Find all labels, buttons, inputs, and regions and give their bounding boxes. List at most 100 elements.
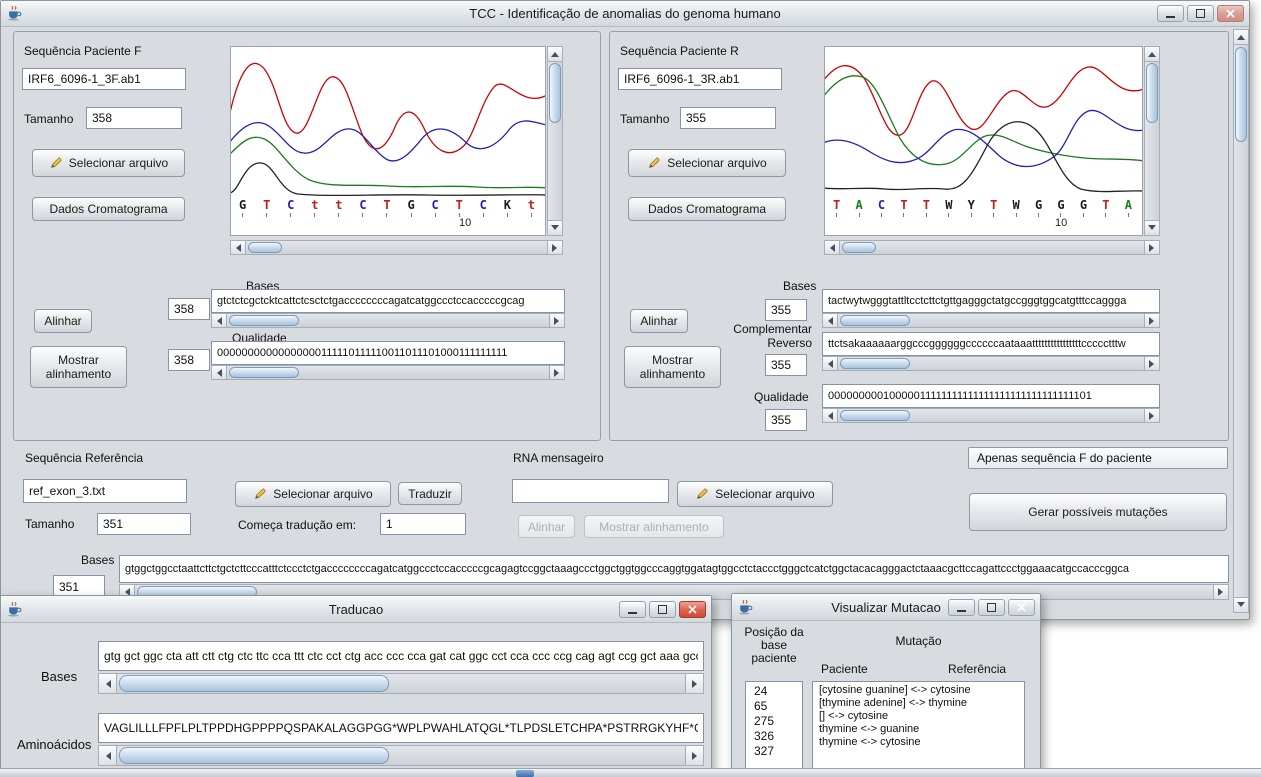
patient-f-quality-sequence-input[interactable]	[211, 341, 565, 365]
scroll-thumb[interactable]	[549, 63, 561, 123]
scroll-thumb[interactable]	[119, 675, 389, 692]
mutation-position-item[interactable]: 24	[746, 684, 802, 699]
mutations-list[interactable]: [cytosine guanine] <-> cytosine [thymine …	[812, 681, 1025, 777]
patient-r-quality-scrollbar[interactable]	[822, 408, 1160, 423]
traducao-bases-input[interactable]	[98, 641, 704, 671]
rna-select-file-button[interactable]: Selecionar arquivo	[677, 481, 833, 507]
scroll-left-button[interactable]	[825, 241, 840, 254]
patient-r-chromatogram-data-button[interactable]: Dados Cromatograma	[628, 197, 786, 221]
scroll-thumb[interactable]	[1235, 47, 1247, 142]
traducao-minimize-button[interactable]	[619, 600, 646, 618]
chromatogram-f-vscrollbar[interactable]	[547, 46, 563, 236]
scroll-left-button[interactable]	[823, 314, 838, 327]
taskbar[interactable]	[0, 768, 1261, 777]
scroll-right-button[interactable]	[685, 674, 703, 693]
scroll-thumb[interactable]	[840, 410, 910, 421]
sequence-selection-combobox[interactable]: Apenas sequência F do paciente	[968, 447, 1228, 469]
scroll-left-button[interactable]	[99, 746, 117, 765]
patient-f-bases-count-input[interactable]	[168, 298, 210, 320]
patient-r-bases-scrollbar[interactable]	[822, 313, 1160, 328]
mutation-item[interactable]: [thymine adenine] <-> thymine	[813, 697, 1024, 710]
scroll-right-button[interactable]	[549, 314, 564, 327]
scroll-thumb[interactable]	[1146, 63, 1158, 123]
mutation-item[interactable]: thymine <-> cytosine	[813, 736, 1024, 749]
patient-r-complementar-scrollbar[interactable]	[822, 356, 1160, 371]
scroll-up-button[interactable]	[548, 47, 562, 62]
traducao-amino-scrollbar[interactable]	[98, 745, 704, 766]
traducao-bases-scrollbar[interactable]	[98, 673, 704, 694]
patient-f-quality-count-input[interactable]	[168, 349, 210, 371]
patient-r-align-button[interactable]: Alinhar	[630, 309, 688, 333]
traducao-maximize-button[interactable]	[649, 600, 676, 618]
scroll-left-button[interactable]	[823, 409, 838, 422]
reference-bases-sequence-input[interactable]	[119, 555, 1229, 583]
traducao-titlebar[interactable]: Traducao	[1, 596, 711, 623]
main-titlebar[interactable]: TCC - Identificação de anomalias do geno…	[1, 1, 1249, 27]
patient-f-file-input[interactable]	[22, 68, 186, 90]
mutation-position-item[interactable]: 275	[746, 714, 802, 729]
mutation-positions-list[interactable]: 24 65 275 326 327	[745, 681, 803, 777]
patient-r-select-file-button[interactable]: Selecionar arquivo	[628, 149, 786, 177]
scroll-thumb[interactable]	[840, 315, 910, 326]
chromatogram-f-hscrollbar[interactable]	[230, 240, 563, 255]
scroll-thumb[interactable]	[840, 358, 910, 369]
main-maximize-button[interactable]	[1187, 5, 1214, 22]
scroll-thumb[interactable]	[248, 242, 282, 253]
patient-r-complementar-sequence-input[interactable]	[822, 332, 1160, 356]
mutacao-maximize-button[interactable]	[978, 598, 1005, 616]
scroll-right-button[interactable]	[547, 241, 562, 254]
patient-f-show-alignment-button[interactable]: Mostrar alinhamento	[30, 346, 127, 388]
scroll-thumb[interactable]	[119, 747, 389, 764]
main-vscrollbar[interactable]	[1233, 29, 1249, 613]
mutacao-titlebar[interactable]: Visualizar Mutacao	[732, 594, 1040, 621]
translation-start-input[interactable]	[380, 513, 466, 535]
scroll-thumb[interactable]	[842, 242, 876, 253]
patient-f-quality-scrollbar[interactable]	[211, 365, 565, 380]
traducao-amino-input[interactable]	[98, 713, 704, 743]
generate-mutations-button[interactable]: Gerar possíveis mutações	[969, 493, 1227, 531]
patient-f-tamanho-input[interactable]	[86, 107, 182, 129]
mutation-item[interactable]: [cytosine guanine] <-> cytosine	[813, 684, 1024, 697]
main-close-button[interactable]	[1217, 5, 1244, 22]
scroll-up-button[interactable]	[1145, 47, 1159, 62]
mutation-position-item[interactable]: 326	[746, 729, 802, 744]
scroll-up-button[interactable]	[1234, 30, 1248, 45]
mutation-item[interactable]: thymine <-> guanine	[813, 723, 1024, 736]
scroll-left-button[interactable]	[231, 241, 246, 254]
patient-r-complementar-count-input[interactable]	[765, 354, 807, 376]
patient-r-quality-count-input[interactable]	[765, 409, 807, 431]
patient-r-quality-sequence-input[interactable]	[822, 384, 1160, 408]
scroll-right-button[interactable]	[685, 746, 703, 765]
patient-r-file-input[interactable]	[618, 68, 782, 90]
rna-show-alignment-button-disabled[interactable]: Mostrar alinhamento	[584, 515, 724, 538]
taskbar-item[interactable]	[516, 770, 534, 777]
main-minimize-button[interactable]	[1157, 5, 1184, 22]
patient-r-bases-count-input[interactable]	[765, 299, 807, 321]
patient-f-select-file-button[interactable]: Selecionar arquivo	[32, 149, 185, 177]
scroll-right-button[interactable]	[549, 366, 564, 379]
chromatogram-r-vscrollbar[interactable]	[1144, 46, 1160, 236]
patient-r-tamanho-input[interactable]	[680, 107, 776, 129]
reference-select-file-button[interactable]: Selecionar arquivo	[235, 481, 391, 507]
mutation-item[interactable]: [] <-> cytosine	[813, 710, 1024, 723]
traduzir-button[interactable]: Traduzir	[398, 482, 462, 505]
scroll-right-button[interactable]	[1213, 585, 1228, 599]
scroll-left-button[interactable]	[99, 674, 117, 693]
mutacao-minimize-button[interactable]	[948, 598, 975, 616]
scroll-left-button[interactable]	[212, 314, 227, 327]
reference-tamanho-input[interactable]	[97, 513, 191, 535]
mutation-position-item[interactable]: 65	[746, 699, 802, 714]
patient-f-align-button[interactable]: Alinhar	[34, 309, 92, 333]
traducao-close-button[interactable]	[679, 600, 706, 618]
rna-file-input[interactable]	[512, 479, 669, 503]
scroll-thumb[interactable]	[229, 367, 299, 378]
patient-f-bases-scrollbar[interactable]	[211, 313, 565, 328]
reference-file-input[interactable]	[23, 479, 187, 503]
scroll-down-button[interactable]	[1234, 597, 1248, 612]
patient-f-bases-sequence-input[interactable]	[211, 289, 565, 313]
mutacao-close-button[interactable]	[1008, 598, 1035, 616]
chromatogram-r-hscrollbar[interactable]	[824, 240, 1160, 255]
scroll-right-button[interactable]	[1144, 314, 1159, 327]
scroll-right-button[interactable]	[1144, 241, 1159, 254]
patient-r-bases-sequence-input[interactable]	[822, 289, 1160, 313]
